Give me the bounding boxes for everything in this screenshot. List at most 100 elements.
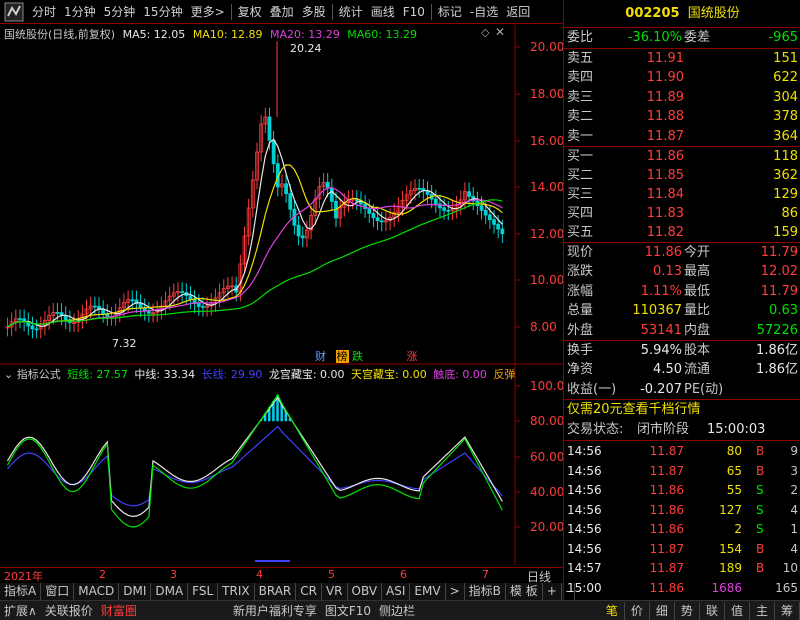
indicator-tab-10[interactable]: OBV: [348, 583, 383, 600]
longgong-label: 龙宫藏宝: 0.00: [268, 368, 345, 381]
asks-row[interactable]: 卖二 11.88 378: [564, 107, 800, 127]
tick-count: 4: [790, 541, 798, 556]
indicator-tab-11[interactable]: ASI: [382, 583, 411, 600]
stock-name: 国统股份: [687, 6, 740, 21]
toolbar-item-7[interactable]: 多股: [298, 0, 330, 24]
tick-direction: B: [756, 541, 765, 556]
bids-row[interactable]: 买三 11.84 129: [564, 185, 800, 205]
indicator-tab-4[interactable]: DMA: [151, 583, 189, 600]
bids-volume: 118: [773, 149, 798, 164]
tick-time: 14:56: [567, 541, 602, 556]
indicator-tab-5[interactable]: FSL: [188, 583, 219, 600]
side-tab-4[interactable]: 联: [700, 601, 725, 620]
promo-link[interactable]: 仅需20元查看千档行情: [567, 400, 701, 420]
diamond-icon[interactable]: ◇: [481, 26, 489, 39]
indicator-tab-16[interactable]: +: [543, 583, 562, 600]
side-tab-0[interactable]: 笔: [600, 601, 625, 620]
indicator-tab-6[interactable]: TRIX: [218, 583, 255, 600]
stat2-label: 换手: [567, 343, 594, 358]
status-item-0[interactable]: 扩展∧: [0, 602, 41, 619]
toolbar-item-8[interactable]: 统计: [335, 0, 367, 24]
asks-row[interactable]: 卖一 11.87 364: [564, 127, 800, 147]
side-tab-2[interactable]: 细: [650, 601, 675, 620]
status-item-3[interactable]: 新用户福利专享: [229, 602, 321, 619]
toolbar-item-3[interactable]: 15分钟: [139, 0, 186, 24]
asks-price: 11.88: [646, 109, 684, 125]
toolbar-item-12[interactable]: -自选: [466, 0, 502, 24]
toolbar-item-6[interactable]: 叠加: [266, 0, 298, 24]
toolbar-item-11[interactable]: 标记: [434, 0, 466, 24]
indicator-tab-0[interactable]: 指标A: [0, 583, 42, 600]
toolbar-item-4[interactable]: 更多>: [187, 0, 229, 24]
kline-chart[interactable]: 国统股份(日线,前复权) MA5: 12.05 MA10: 12.89 MA20…: [0, 25, 564, 365]
ma20-label: MA20: 13.29: [270, 28, 340, 41]
bids-row[interactable]: 买五 11.82 159: [564, 223, 800, 243]
indicator-tab-8[interactable]: CR: [296, 583, 322, 600]
stat-label: 总量: [567, 303, 594, 319]
stat2-value: -0.207: [640, 381, 682, 397]
asks-row[interactable]: 卖四 11.90 622: [564, 68, 800, 88]
tick-count: 4: [790, 502, 798, 517]
status-item-5[interactable]: 侧边栏: [375, 602, 419, 619]
indicator-tab-7[interactable]: BRAR: [255, 583, 297, 600]
bids-row[interactable]: 买四 11.83 86: [564, 204, 800, 224]
status-item-1[interactable]: 关联报价: [41, 602, 97, 619]
indicator-dropdown-icon[interactable]: ⌄: [4, 368, 13, 381]
stat2-label: 股本: [684, 343, 711, 358]
time-label: 5: [328, 568, 335, 581]
indicator-title[interactable]: 指标公式: [17, 368, 61, 381]
asks-row[interactable]: 卖三 11.89 304: [564, 88, 800, 108]
indicator-tab-13[interactable]: >: [446, 583, 465, 600]
side-tab-7[interactable]: 筹: [775, 601, 800, 620]
stat-label: 外盘: [567, 322, 594, 338]
trade-time: 15:00:03: [707, 422, 766, 437]
side-tab-5[interactable]: 值: [725, 601, 750, 620]
toolbar-item-0[interactable]: 分时: [28, 0, 60, 24]
toolbar-item-5[interactable]: 复权: [234, 0, 266, 24]
marker-die[interactable]: 跌: [352, 350, 363, 363]
side-tab-6[interactable]: 主: [750, 601, 775, 620]
indicator-tab-14[interactable]: 指标B: [465, 583, 506, 600]
bids-row[interactable]: 买二 11.85 362: [564, 166, 800, 186]
indicator-tab-2[interactable]: MACD: [74, 583, 120, 600]
marker-cai[interactable]: 财: [315, 350, 326, 363]
time-label: 3: [170, 568, 177, 581]
status-item-2[interactable]: 财富圈: [97, 602, 141, 619]
stat-label: 内盘: [684, 322, 711, 338]
stat-value: 0.13: [653, 264, 682, 280]
indicator-tab-9[interactable]: VR: [322, 583, 348, 600]
toolbar-item-10[interactable]: F10: [399, 0, 429, 24]
side-tab-3[interactable]: 势: [675, 601, 700, 620]
tick-direction: S: [756, 522, 764, 536]
toolbar-item-2[interactable]: 5分钟: [100, 0, 140, 24]
indicator-tick: 80.00: [530, 414, 565, 428]
toolbar-item-1[interactable]: 1分钟: [60, 0, 100, 24]
indicator-tab-15[interactable]: 模 板: [506, 583, 543, 600]
close-icon[interactable]: ✕: [495, 25, 505, 39]
asks-row[interactable]: 卖五 11.91 151: [564, 49, 800, 69]
indicator-tabs: 指标A 窗口 MACD DMI DMA FSL TRIX BRAR CR VR OBV ASI EMV >…: [0, 583, 576, 600]
tick-price: 11.87: [649, 541, 684, 556]
bids-label: 买四: [567, 206, 594, 221]
app-logo-icon: [4, 2, 24, 21]
marker-bang[interactable]: 榜: [335, 350, 349, 363]
toolbar-item-13[interactable]: 返回: [502, 0, 534, 24]
bids-volume: 159: [773, 225, 798, 240]
tick-row: 14:57 11.87 189 B 10: [564, 558, 800, 578]
tick-price: 11.86: [649, 483, 684, 497]
tick-time: 14:56: [567, 522, 602, 536]
indicator-tab-1[interactable]: 窗口: [41, 583, 75, 600]
stat-label: 最高: [684, 264, 711, 280]
status-item-4[interactable]: 图文F10: [321, 602, 375, 619]
ma60-label: MA60: 13.29: [347, 28, 417, 41]
indicator-panel[interactable]: ⌄ 指标公式 短线: 27.57 中线: 33.34 长线: 29.90 龙宫藏…: [0, 365, 565, 565]
indicator-tab-12[interactable]: EMV: [410, 583, 446, 600]
trade-state-label: 交易状态:: [567, 422, 624, 437]
stat2-label: 净资: [567, 362, 594, 378]
marker-zhang[interactable]: 涨: [407, 350, 418, 363]
bids-row[interactable]: 买一 11.86 118: [564, 147, 800, 167]
side-tab-1[interactable]: 价: [625, 601, 650, 620]
toolbar-item-9[interactable]: 画线: [367, 0, 399, 24]
tick-time: 14:56: [567, 483, 602, 497]
indicator-tab-3[interactable]: DMI: [119, 583, 152, 600]
